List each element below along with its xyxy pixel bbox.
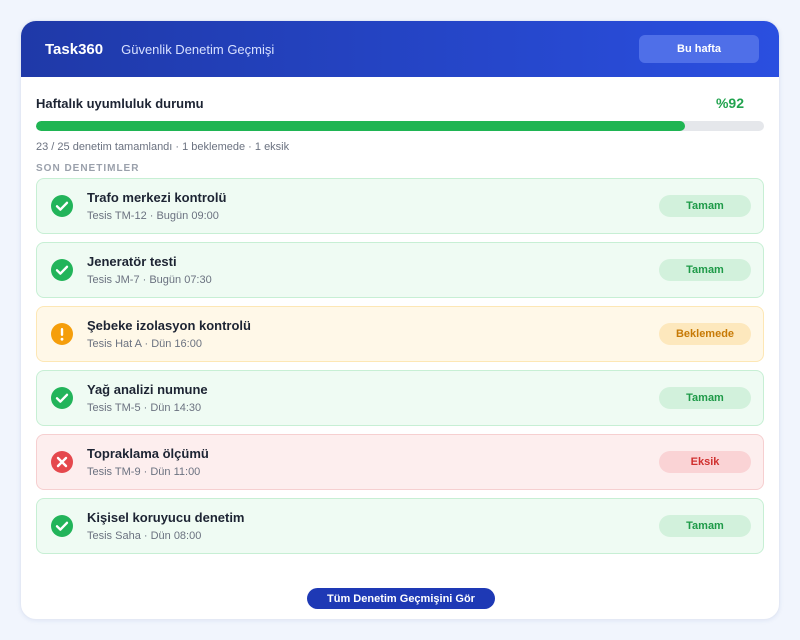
compliance-progress-fill: [36, 121, 685, 131]
audit-list-item[interactable]: Kişisel koruyucu denetim Tesis Saha · Dü…: [36, 498, 764, 554]
audit-item-meta: Tesis JM-7 · Bugün 07:30: [87, 274, 212, 286]
compliance-progress-bar: [36, 121, 764, 131]
status-badge: Tamam: [659, 387, 751, 409]
compliance-summary: Haftalık uyumluluk durumu %92 23 / 25 de…: [21, 77, 779, 153]
section-label: SON DENETIMLER: [36, 163, 140, 174]
status-badge: Beklemede: [659, 323, 751, 345]
status-badge: Tamam: [659, 195, 751, 217]
audit-item-meta: Tesis TM-5 · Dün 14:30: [87, 402, 202, 414]
audit-list-item[interactable]: Yağ analizi numune Tesis TM-5 · Dün 14:3…: [36, 370, 764, 426]
audit-item-title: Şebeke izolasyon kontrolü: [87, 318, 251, 333]
audit-item-title: Yağ analizi numune: [87, 382, 208, 397]
header-bar: Task360 Güvenlik Denetim Geçmişi Bu haft…: [21, 21, 779, 77]
audit-card: Task360 Güvenlik Denetim Geçmişi Bu haft…: [20, 20, 780, 620]
week-filter-button[interactable]: Bu hafta: [639, 35, 759, 63]
audit-item-meta: Tesis Saha · Dün 08:00: [87, 530, 202, 542]
audit-item-meta: Tesis Hat A · Dün 16:00: [87, 338, 202, 350]
audit-item-meta: Tesis TM-9 · Dün 11:00: [87, 466, 201, 478]
check-circle-icon: [51, 515, 73, 537]
audit-list: Trafo merkezi kontrolü Tesis TM-12 · Bug…: [21, 174, 779, 554]
status-badge: Eksik: [659, 451, 751, 473]
status-badge: Tamam: [659, 259, 751, 281]
brand-logo: Task360: [45, 40, 104, 58]
check-circle-icon: [51, 259, 73, 281]
compliance-meta: 23 / 25 denetim tamamlandı · 1 beklemede…: [36, 141, 290, 153]
audit-item-title: Kişisel koruyucu denetim: [87, 510, 245, 525]
audit-list-item[interactable]: Şebeke izolasyon kontrolü Tesis Hat A · …: [36, 306, 764, 362]
view-all-history-button[interactable]: Tüm Denetim Geçmişini Gör: [307, 588, 495, 609]
audit-item-title: Trafo merkezi kontrolü: [87, 190, 227, 205]
check-circle-icon: [51, 387, 73, 409]
compliance-percent: %92: [715, 95, 744, 111]
x-circle-icon: [51, 451, 73, 473]
page-title: Güvenlik Denetim Geçmişi: [121, 41, 275, 57]
warning-circle-icon: [51, 323, 73, 345]
audit-list-item[interactable]: Jeneratör testi Tesis JM-7 · Bugün 07:30…: [36, 242, 764, 298]
audit-list-item[interactable]: Topraklama ölçümü Tesis TM-9 · Dün 11:00…: [36, 434, 764, 490]
compliance-title: Haftalık uyumluluk durumu: [36, 95, 204, 111]
audit-item-meta: Tesis TM-12 · Bugün 09:00: [87, 210, 219, 222]
audit-item-title: Jeneratör testi: [87, 254, 177, 269]
check-circle-icon: [51, 195, 73, 217]
status-badge: Tamam: [659, 515, 751, 537]
audit-list-item[interactable]: Trafo merkezi kontrolü Tesis TM-12 · Bug…: [36, 178, 764, 234]
audit-item-title: Topraklama ölçümü: [87, 446, 209, 461]
